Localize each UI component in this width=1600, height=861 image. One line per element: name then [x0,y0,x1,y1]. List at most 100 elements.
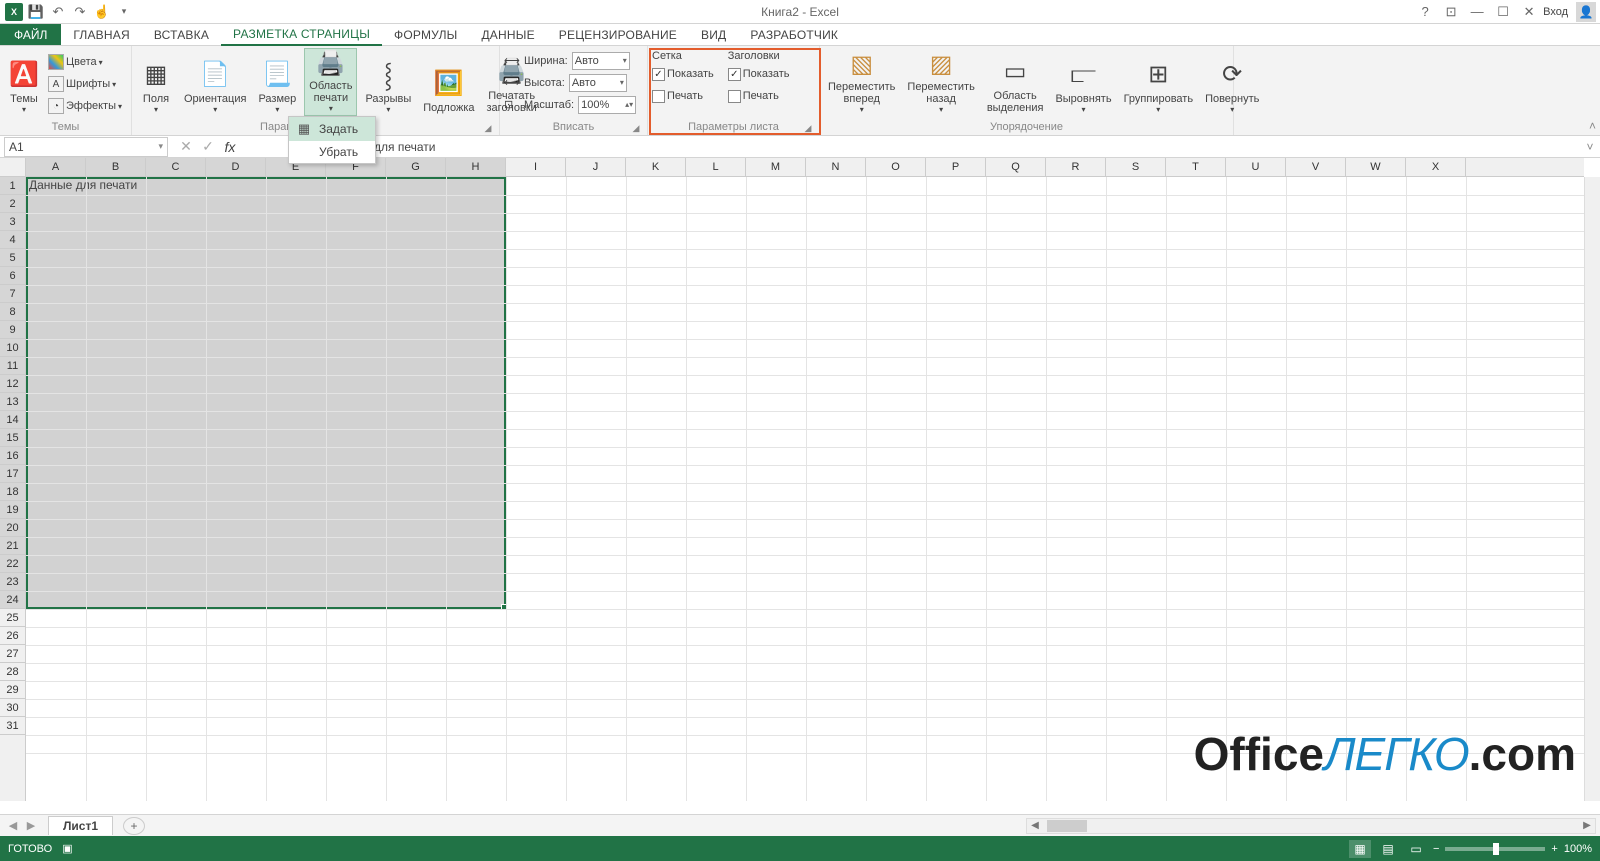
size-button[interactable]: 📃Размер▾ [254,48,300,116]
column-header[interactable]: N [806,158,866,176]
cells-area[interactable]: Данные для печати [26,177,1584,801]
fit-launcher-icon[interactable]: ◢ [631,123,641,133]
row-header[interactable]: 26 [0,627,25,645]
sheet-nav-next-icon[interactable]: ▶ [22,819,40,832]
send-backward-button[interactable]: ▨Переместить назад▾ [903,48,978,116]
tab-developer[interactable]: РАЗРАБОТЧИК [738,24,850,45]
selection-pane-button[interactable]: ▭Область выделения [983,48,1048,116]
row-header[interactable]: 18 [0,483,25,501]
row-header[interactable]: 27 [0,645,25,663]
save-icon[interactable]: 💾 [26,2,46,22]
worksheet-grid[interactable]: ABCDEFGHIJKLMNOPQRSTUVWX 123456789101112… [0,158,1600,801]
tab-insert[interactable]: ВСТАВКА [142,24,221,45]
background-button[interactable]: 🖼️Подложка [419,48,478,116]
column-header[interactable]: B [86,158,146,176]
row-header[interactable]: 6 [0,267,25,285]
align-button[interactable]: ⫍Выровнять▾ [1051,48,1115,116]
fonts-button[interactable]: AШрифты▾ [48,74,122,94]
column-header[interactable]: T [1166,158,1226,176]
column-header[interactable]: V [1286,158,1346,176]
tab-page-layout[interactable]: РАЗМЕТКА СТРАНИЦЫ [221,24,382,46]
themes-button[interactable]: 🅰️ Темы ▾ [4,48,44,116]
column-header[interactable]: U [1226,158,1286,176]
breaks-button[interactable]: ⸾Разрывы▾ [361,48,415,116]
maximize-icon[interactable]: ☐ [1491,2,1515,22]
row-header[interactable]: 8 [0,303,25,321]
column-header[interactable]: S [1106,158,1166,176]
row-header[interactable]: 30 [0,699,25,717]
row-header[interactable]: 25 [0,609,25,627]
column-header[interactable]: I [506,158,566,176]
bring-forward-button[interactable]: ▧Переместить вперед▾ [824,48,899,116]
zoom-in-icon[interactable]: + [1551,843,1557,855]
row-header[interactable]: 5 [0,249,25,267]
headings-print-checkbox[interactable]: Печать [728,86,790,106]
row-header[interactable]: 20 [0,519,25,537]
rotate-button[interactable]: ⟳Повернуть▾ [1201,48,1263,116]
row-header[interactable]: 11 [0,357,25,375]
page-break-view-icon[interactable]: ▭ [1405,840,1427,858]
new-sheet-button[interactable]: + [123,817,145,835]
column-header[interactable]: M [746,158,806,176]
horizontal-scrollbar[interactable]: ◀▶ [1026,818,1596,834]
sheet-nav-prev-icon[interactable]: ◀ [4,819,22,832]
zoom-value[interactable]: 100% [1564,843,1592,855]
column-header[interactable]: A [26,158,86,176]
column-header[interactable]: H [446,158,506,176]
column-header[interactable]: P [926,158,986,176]
row-header[interactable]: 13 [0,393,25,411]
ribbon-display-icon[interactable]: ⊡ [1439,2,1463,22]
group-button[interactable]: ⊞Группировать▾ [1120,48,1198,116]
select-all-corner[interactable] [0,158,26,177]
signin-link[interactable]: Вход [1543,6,1568,18]
row-header[interactable]: 9 [0,321,25,339]
excel-app-icon[interactable]: X [4,2,24,22]
row-header[interactable]: 4 [0,231,25,249]
colors-button[interactable]: Цвета▾ [48,52,122,72]
gridlines-print-checkbox[interactable]: Печать [652,86,714,106]
touch-mode-icon[interactable]: ☝ [92,2,112,22]
column-header[interactable]: W [1346,158,1406,176]
column-header[interactable]: G [386,158,446,176]
column-header[interactable]: X [1406,158,1466,176]
row-header[interactable]: 28 [0,663,25,681]
undo-icon[interactable]: ↶ [48,2,68,22]
normal-view-icon[interactable]: ▦ [1349,840,1371,858]
row-header[interactable]: 21 [0,537,25,555]
row-header[interactable]: 10 [0,339,25,357]
row-header[interactable]: 16 [0,447,25,465]
row-header[interactable]: 12 [0,375,25,393]
sheet-tab-1[interactable]: Лист1 [48,816,113,835]
zoom-slider[interactable] [1445,847,1545,851]
qat-dropdown-icon[interactable]: ▾ [114,2,134,22]
width-combo[interactable]: Авто▾ [572,52,630,70]
enter-formula-icon[interactable]: ✓ [198,138,218,155]
row-header[interactable]: 2 [0,195,25,213]
redo-icon[interactable]: ↷ [70,2,90,22]
gridlines-view-checkbox[interactable]: ✓Показать [652,64,714,84]
column-header[interactable]: L [686,158,746,176]
vertical-scrollbar[interactable] [1584,177,1600,801]
headings-view-checkbox[interactable]: ✓Показать [728,64,790,84]
height-combo[interactable]: Авто▾ [569,74,627,92]
tab-review[interactable]: РЕЦЕНЗИРОВАНИЕ [547,24,689,45]
page-setup-launcher-icon[interactable]: ◢ [483,123,493,133]
sheet-options-launcher-icon[interactable]: ◢ [803,123,813,133]
expand-formula-bar-icon[interactable]: ˅ [1580,140,1600,154]
column-header[interactable]: K [626,158,686,176]
row-header[interactable]: 22 [0,555,25,573]
macro-record-icon[interactable]: ▣ [62,842,72,855]
zoom-out-icon[interactable]: − [1433,843,1439,855]
print-area-button[interactable]: 🖨️Область печати▾ [304,48,357,116]
collapse-ribbon-icon[interactable]: ˄ [1589,119,1596,133]
tab-home[interactable]: ГЛАВНАЯ [61,24,141,45]
tab-file[interactable]: ФАЙЛ [0,24,61,45]
row-header[interactable]: 19 [0,501,25,519]
set-print-area-item[interactable]: ▦Задать [289,117,375,141]
row-header[interactable]: 17 [0,465,25,483]
scale-spinner[interactable]: 100%▴▾ [578,96,636,114]
help-icon[interactable]: ? [1413,2,1437,22]
row-header[interactable]: 23 [0,573,25,591]
row-header[interactable]: 1 [0,177,25,195]
margins-button[interactable]: ▦Поля▾ [136,48,176,116]
